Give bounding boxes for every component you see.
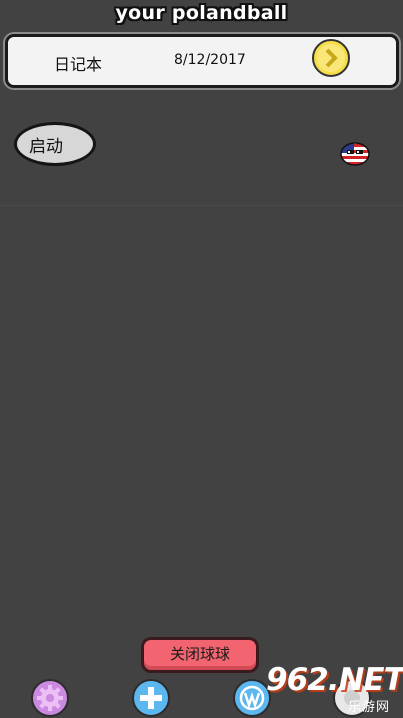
ground-line: [0, 205, 403, 206]
watermark-brand: 962.NET: [266, 662, 403, 698]
chevron-right-icon: [317, 44, 345, 72]
watermark: 962.NET 乐游网: [262, 662, 403, 718]
add-ball-button[interactable]: [132, 679, 170, 717]
settings-button[interactable]: [31, 679, 69, 717]
gear-icon: [37, 685, 63, 711]
diary-date: 8/12/2017: [174, 52, 246, 68]
start-button[interactable]: 启动: [14, 122, 96, 166]
diary-label: 日记本: [54, 57, 103, 74]
app-title: your polandball: [115, 2, 288, 24]
close-balls-button[interactable]: 关闭球球: [141, 637, 259, 673]
watermark-sub: 乐游网: [348, 700, 391, 715]
next-day-button[interactable]: [312, 39, 350, 77]
usa-ball[interactable]: [339, 141, 371, 167]
diary-bar: 日记本 8/12/2017: [5, 34, 399, 88]
plus-icon: [140, 687, 162, 709]
